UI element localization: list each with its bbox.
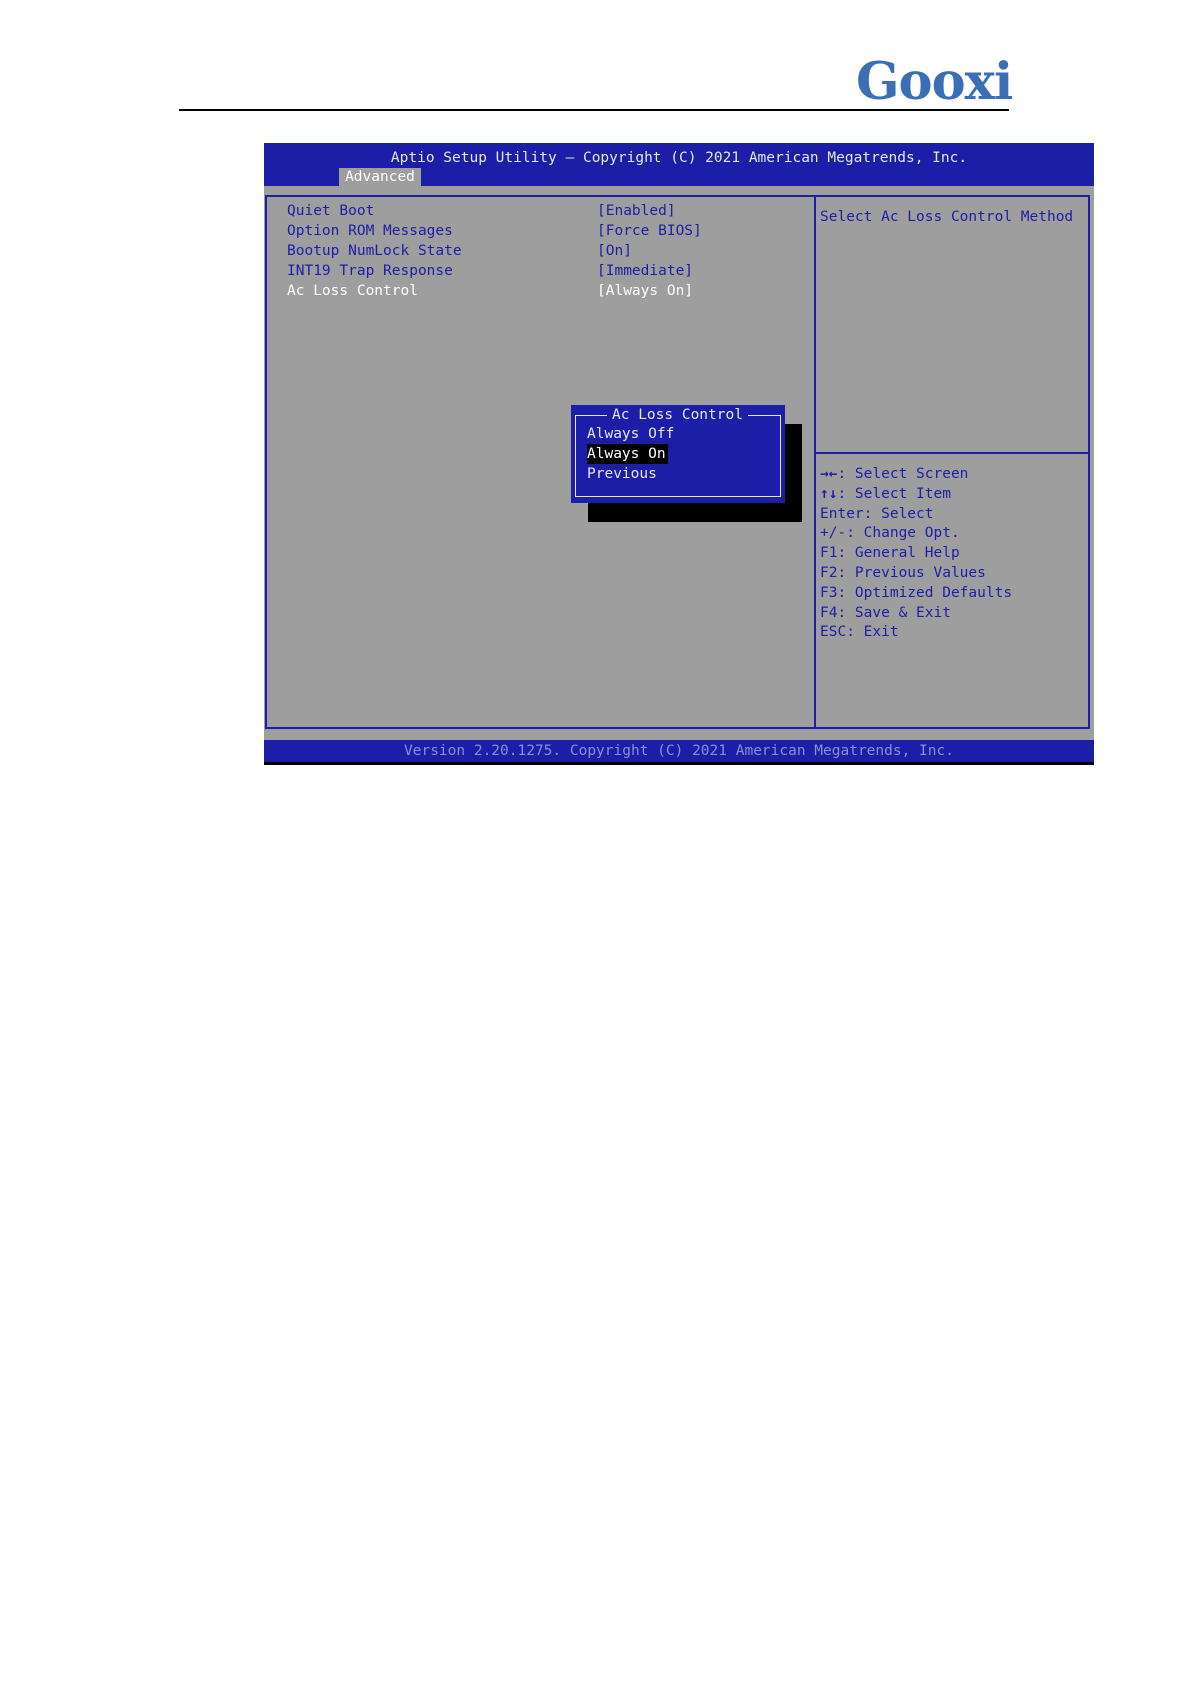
ac-loss-control-popup[interactable]: Ac Loss Control Always Off Always On Pre… [571,405,785,503]
setting-value: [On] [597,243,632,259]
key-name: F4 [820,604,838,621]
key-name: ESC [820,624,847,641]
bios-footer-bar: Version 2.20.1275. Copyright (C) 2021 Am… [264,740,1094,762]
setting-option-rom-messages[interactable]: Option ROM Messages [Force BIOS] [287,221,807,241]
key-name: F2 [820,564,838,581]
key-legend: →←: Select Screen ↑↓: Select Item Enter:… [820,465,1012,643]
key-desc: : Select Screen [837,466,969,482]
key-hint: F1: General Help [820,544,1012,564]
popup-title: Ac Loss Control [607,405,748,425]
key-hint: F3: Optimized Defaults [820,584,1012,604]
key-desc: : Previous Values [837,564,986,581]
key-hint: ↑↓: Select Item [820,485,1012,505]
setting-value: [Always On] [597,283,694,299]
setting-label: Quiet Boot [287,203,375,219]
header-rule [179,109,1009,111]
key-name: ↑↓ [820,485,838,502]
key-desc: : Select Item [837,485,951,502]
gooxi-logo: Gooxi [856,52,1013,112]
setting-value: [Immediate] [597,263,694,279]
key-desc: : General Help [837,545,960,562]
setting-label: INT19 Trap Response [287,263,453,279]
setting-bootup-numlock-state[interactable]: Bootup NumLock State [On] [287,241,807,261]
key-desc: : Exit [846,624,899,641]
key-hint: ESC: Exit [820,623,1012,643]
key-desc: : Select [863,505,934,522]
key-name: F1 [820,545,838,562]
setting-label: Bootup NumLock State [287,243,462,259]
key-name: Enter [820,505,864,522]
key-hint: Enter: Select [820,505,1012,525]
key-desc: : Save & Exit [837,604,951,621]
key-hint: F2: Previous Values [820,564,1012,584]
help-divider [816,452,1090,454]
key-name: +/- [820,525,847,542]
key-name: →← [820,466,838,482]
bios-title-bar: Aptio Setup Utility – Copyright (C) 2021… [264,143,1094,186]
key-desc: : Optimized Defaults [837,584,1013,601]
setting-label: Ac Loss Control [287,283,418,299]
key-name: F3 [820,584,838,601]
panel-divider [814,195,816,729]
setting-int19-trap-response[interactable]: INT19 Trap Response [Immediate] [287,261,807,281]
bios-screen: Aptio Setup Utility – Copyright (C) 2021… [264,143,1094,765]
key-hint: →←: Select Screen [820,465,1012,485]
help-text: Select Ac Loss Control Method [820,209,1074,225]
key-desc: : Change Opt. [846,525,960,542]
popup-option-always-off[interactable]: Always Off [587,424,674,444]
setting-quiet-boot[interactable]: Quiet Boot [Enabled] [287,201,807,221]
key-hint: +/-: Change Opt. [820,524,1012,544]
bios-bottom-edge [264,762,1094,765]
popup-option-previous[interactable]: Previous [587,464,657,484]
setting-label: Option ROM Messages [287,223,453,239]
setting-value: [Enabled] [597,203,676,219]
bios-title: Aptio Setup Utility – Copyright (C) 2021… [390,150,968,166]
setting-value: [Force BIOS] [597,223,702,239]
key-hint: F4: Save & Exit [820,604,1012,624]
setting-ac-loss-control[interactable]: Ac Loss Control [Always On] [287,281,807,301]
tab-advanced[interactable]: Advanced [339,168,421,186]
bios-footer: Version 2.20.1275. Copyright (C) 2021 Am… [404,743,954,759]
popup-option-always-on[interactable]: Always On [587,444,668,464]
